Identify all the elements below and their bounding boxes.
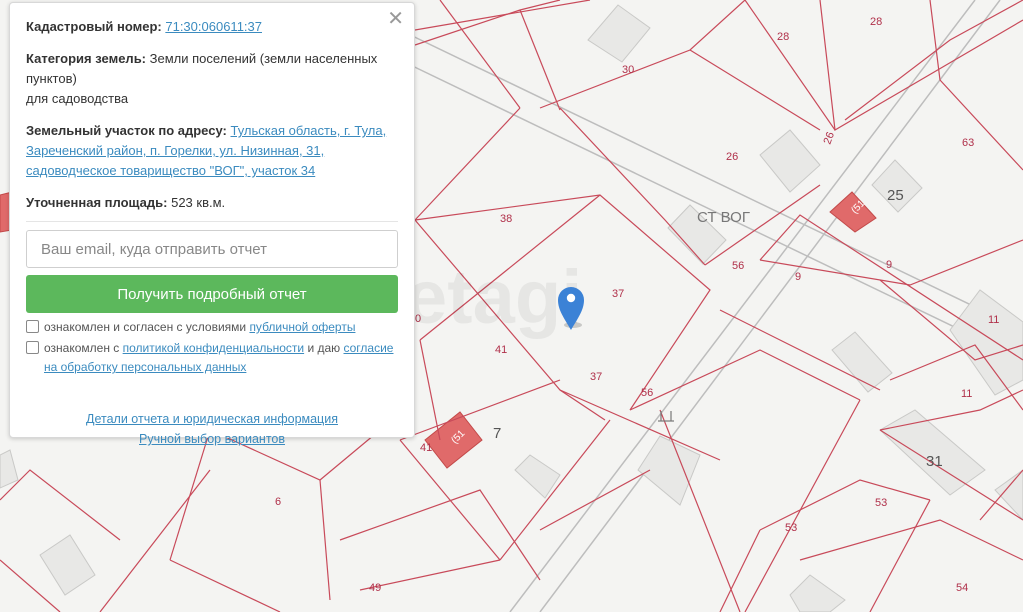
cadastral-number-link[interactable]: 71:30:060611:37 [165, 19, 262, 34]
parcel-label: 63 [962, 137, 974, 149]
parcel-label: 11 [988, 314, 999, 326]
privacy-agreement-text: ознакомлен с политикой конфиденциальност… [44, 341, 394, 374]
parcel-label: 28 [870, 16, 882, 28]
report-details-link[interactable]: Детали отчета и юридическая информация [86, 412, 338, 426]
parcel-label: 53 [875, 497, 887, 509]
category-label: Категория земель: [26, 51, 147, 66]
parcel-label: 41 [495, 344, 507, 356]
offer-agreement-row: ознакомлен и согласен с условиями публич… [26, 318, 398, 337]
divider [26, 221, 398, 222]
manual-selection-link[interactable]: Ручной выбор вариантов [139, 432, 285, 446]
category-row: Категория земель: Земли поселений (земли… [26, 49, 398, 109]
parcel-label: 37 [590, 371, 602, 383]
parcel-label: 56 [732, 260, 744, 272]
privacy-policy-link[interactable]: политикой конфиденциальности [123, 341, 304, 355]
footer-links: Детали отчета и юридическая информация Р… [26, 409, 398, 449]
parcel-label: 9 [795, 271, 801, 283]
parcel-label: 56 [641, 387, 653, 399]
house-number: 25 [887, 187, 904, 204]
privacy-agreement-row: ознакомлен с политикой конфиденциальност… [26, 339, 398, 377]
street-label: СТ ВОГ [697, 209, 750, 226]
parcel-label: 26 [726, 151, 738, 163]
category-use: для садоводства [26, 91, 129, 106]
parcel-label: 54 [956, 582, 968, 594]
watermark: etagi [405, 255, 582, 340]
get-report-button[interactable]: Получить подробный отчет [26, 275, 398, 313]
cadastral-label: Кадастровый номер: [26, 19, 162, 34]
parcel-label: 28 [777, 31, 789, 43]
area-row: Уточненная площадь: 523 кв.м. [26, 193, 398, 213]
area-value: 523 кв.м. [167, 195, 226, 210]
offer-agreement-text: ознакомлен и согласен с условиями публич… [44, 320, 356, 334]
privacy-checkbox[interactable] [26, 341, 39, 354]
house-number: 7 [493, 425, 501, 442]
parcel-label: 30 [622, 64, 634, 76]
area-label: Уточненная площадь: [26, 195, 168, 210]
parcel-info-panel: ✕ Кадастровый номер: 71:30:060611:37 Кат… [9, 2, 415, 446]
address-row: Земельный участок по адресу: Тульская об… [26, 121, 398, 181]
parcel-label: 53 [785, 522, 797, 534]
house-number: 31 [926, 453, 943, 470]
email-input[interactable] [26, 230, 398, 268]
parcel-label: 41 [420, 442, 432, 454]
public-offer-link[interactable]: публичной оферты [249, 320, 355, 334]
cadastral-row: Кадастровый номер: 71:30:060611:37 [26, 17, 398, 37]
parcel-label: 49 [369, 582, 381, 594]
offer-checkbox[interactable] [26, 320, 39, 333]
parcel-label: 38 [500, 213, 512, 225]
parcel-label: 6 [275, 496, 281, 508]
parcel-label: 37 [612, 288, 624, 300]
parcel-label: 9 [886, 259, 892, 271]
close-icon[interactable]: ✕ [387, 9, 404, 29]
parcel-label: 11 [961, 388, 972, 400]
address-label: Земельный участок по адресу: [26, 123, 227, 138]
